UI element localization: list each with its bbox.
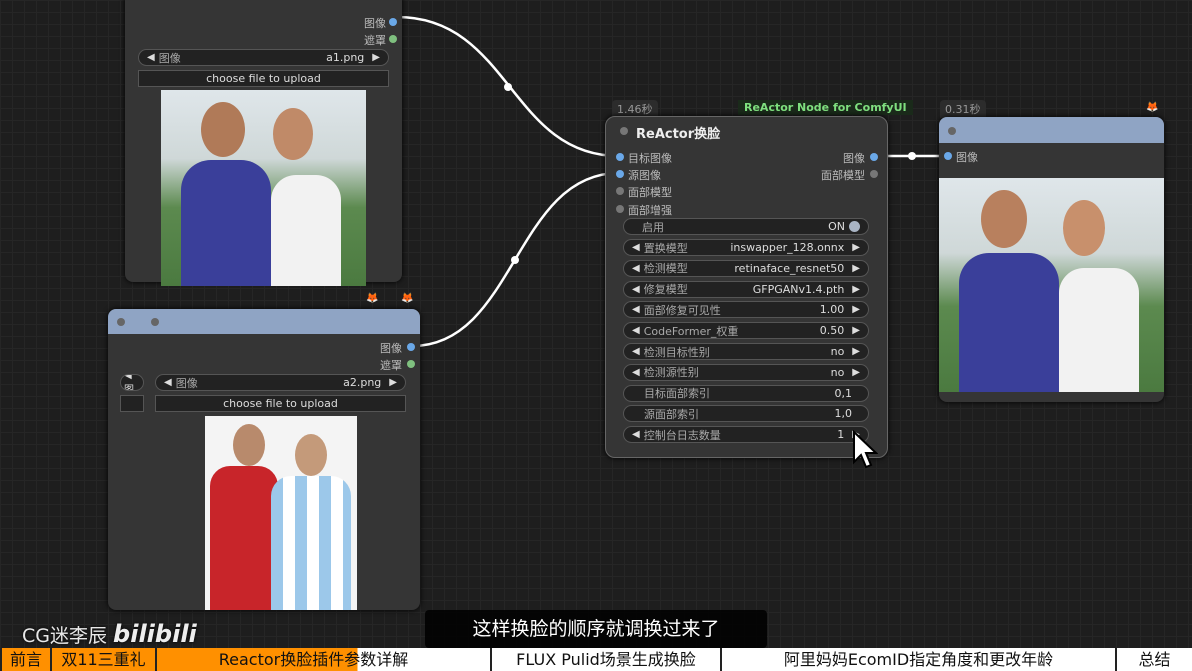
arrow-left-icon[interactable]: ◀ (147, 52, 155, 63)
widget-2[interactable]: ◀ 修复模型 GFPGANv1.4.pth ▶ (623, 280, 869, 298)
toggle-knob (849, 221, 860, 232)
widget-6[interactable]: ◀ 检测源性别 no ▶ (623, 363, 869, 381)
widget-1[interactable]: ◀ 检测模型 retinaface_resnet50 ▶ (623, 259, 869, 277)
upload-button[interactable]: choose file to upload (155, 395, 406, 412)
chapter-item[interactable]: Reactor换脸插件参数详解 (155, 648, 470, 671)
collapse-dot[interactable] (151, 318, 159, 326)
upload-button[interactable]: choose file to upload (138, 70, 389, 87)
input-label: 目标图像 (628, 152, 672, 165)
arrow-left-icon[interactable]: ◀ (632, 325, 640, 336)
output-image-dot[interactable] (407, 343, 415, 351)
input-target-dot[interactable] (616, 153, 624, 161)
link-midpoint (511, 256, 519, 264)
arrow-left-icon[interactable]: ◀ (632, 429, 640, 440)
input-face-model-dot[interactable] (616, 187, 624, 195)
output-label: 面部模型 (821, 169, 865, 182)
arrow-right-icon[interactable]: ▶ (852, 346, 860, 357)
chapter-bar: 前言 双11三重礼 Reactor换脸插件参数详解 FLUX Pulid场景生成换脸阿… (0, 648, 1192, 671)
widget-0[interactable]: ◀ 置换模型 inswapper_128.onnx ▶ (623, 239, 869, 256)
image-combo[interactable]: ◀ 图像 a1.png ▶ (138, 49, 389, 66)
collapse-dot[interactable] (948, 127, 956, 135)
output-image-dot[interactable] (870, 153, 878, 161)
arrow-left-icon[interactable]: ◀ (632, 263, 640, 274)
output-label: 遮罩 (364, 34, 386, 47)
output-image-dot[interactable] (389, 18, 397, 26)
watermark: CG迷李辰 bilibili (22, 620, 197, 648)
input-label: 面部模型 (628, 186, 672, 199)
widget-4[interactable]: ◀ CodeFormer_权重 0.50 ▶ (623, 322, 869, 340)
fox-icon: 🦊 (1146, 102, 1159, 113)
arrow-right-icon[interactable]: ▶ (852, 325, 860, 336)
link-midpoint (908, 152, 916, 160)
node-title: ReActor换脸 (636, 127, 721, 142)
load-image-node-1[interactable]: 图像 遮罩 ◀ 图像 a1.png ▶ choose file to upload (125, 0, 402, 286)
input-face-boost-dot[interactable] (616, 205, 624, 213)
hidden-button[interactable] (120, 395, 144, 412)
result-image (939, 178, 1164, 392)
chapter-item[interactable]: 前言 (0, 648, 50, 671)
chapter-item[interactable]: 双11三重礼 (50, 648, 155, 671)
image-preview (205, 416, 357, 610)
image-combo[interactable]: ◀ 图像 a2.png ▶ (155, 374, 406, 391)
preview-image-node[interactable]: 图像 (939, 117, 1164, 402)
arrow-right-icon[interactable]: ▶ (389, 377, 397, 388)
arrow-right-icon[interactable]: ▶ (372, 52, 380, 63)
collapse-dot[interactable] (620, 127, 628, 135)
output-label: 遮罩 (380, 359, 402, 372)
chapter-item[interactable]: 总结 (1115, 648, 1192, 671)
input-source-dot[interactable] (616, 170, 624, 178)
widget-3[interactable]: ◀ 面部修复可见性 1.00 ▶ (623, 301, 869, 319)
input-image-dot[interactable] (944, 152, 952, 160)
output-mask-dot[interactable] (389, 35, 397, 43)
output-label: 图像 (380, 342, 402, 355)
arrow-left-icon[interactable]: ◀ (632, 304, 640, 315)
widget-8[interactable]: 源面部索引 1,0 (623, 405, 869, 423)
input-label: 图像 (956, 151, 978, 164)
input-label: 源图像 (628, 169, 661, 182)
arrow-right-icon[interactable]: ▶ (852, 304, 860, 315)
chapter-item[interactable]: 阿里妈妈EcomID指定角度和更改年龄 (720, 648, 1115, 671)
enable-toggle[interactable]: 启用 ON (623, 218, 869, 235)
reactor-node[interactable]: ReActor换脸 目标图像 源图像 面部模型 面部增强 图像 面部模型 启用 O… (605, 116, 888, 458)
fox-icon: 🦊 (366, 293, 379, 304)
output-label: 图像 (843, 152, 865, 165)
subtitle: 这样换脸的顺序就调换过来了 (425, 610, 767, 648)
input-label: 面部增强 (628, 204, 672, 217)
output-label: 图像 (364, 17, 386, 30)
arrow-left-icon[interactable]: ◀ (164, 377, 172, 388)
node-header[interactable] (108, 309, 420, 334)
bilibili-logo: bilibili (113, 620, 197, 648)
widget-7[interactable]: 目标面部索引 0,1 (623, 384, 869, 402)
output-face-model-dot[interactable] (870, 170, 878, 178)
node-source-badge: ReActor Node for ComfyUI (738, 100, 913, 115)
output-mask-dot[interactable] (407, 360, 415, 368)
widget-5[interactable]: ◀ 检测目标性别 no ▶ (623, 343, 869, 360)
arrow-left-icon[interactable]: ◀ (632, 367, 640, 378)
arrow-right-icon[interactable]: ▶ (852, 367, 860, 378)
collapse-dot[interactable] (117, 318, 125, 326)
node-header[interactable] (939, 117, 1164, 143)
fox-icon: 🦊 (401, 293, 414, 304)
widget-9[interactable]: ◀控制台日志数量1▶ (623, 426, 869, 444)
mouse-cursor-icon (853, 430, 878, 469)
chapter-item[interactable]: FLUX Pulid场景生成换脸 (490, 648, 720, 671)
arrow-left-icon[interactable]: ◀ (632, 346, 640, 357)
image-preview (161, 90, 366, 286)
arrow-right-icon[interactable]: ▶ (852, 263, 860, 274)
arrow-right-icon[interactable]: ▶ (852, 284, 860, 295)
arrow-left-icon[interactable]: ◀ (632, 284, 640, 295)
execution-time: 0.31秒 (940, 100, 986, 118)
link-midpoint (504, 83, 512, 91)
arrow-left-icon[interactable]: ◀ (632, 242, 640, 253)
load-image-node-2[interactable]: 图像 遮罩 ◀ 图 ◀ 图像 a2.png ▶ choose file to uplo… (108, 309, 420, 610)
hidden-combo[interactable]: ◀ 图 (120, 374, 144, 391)
arrow-right-icon[interactable]: ▶ (852, 242, 860, 253)
